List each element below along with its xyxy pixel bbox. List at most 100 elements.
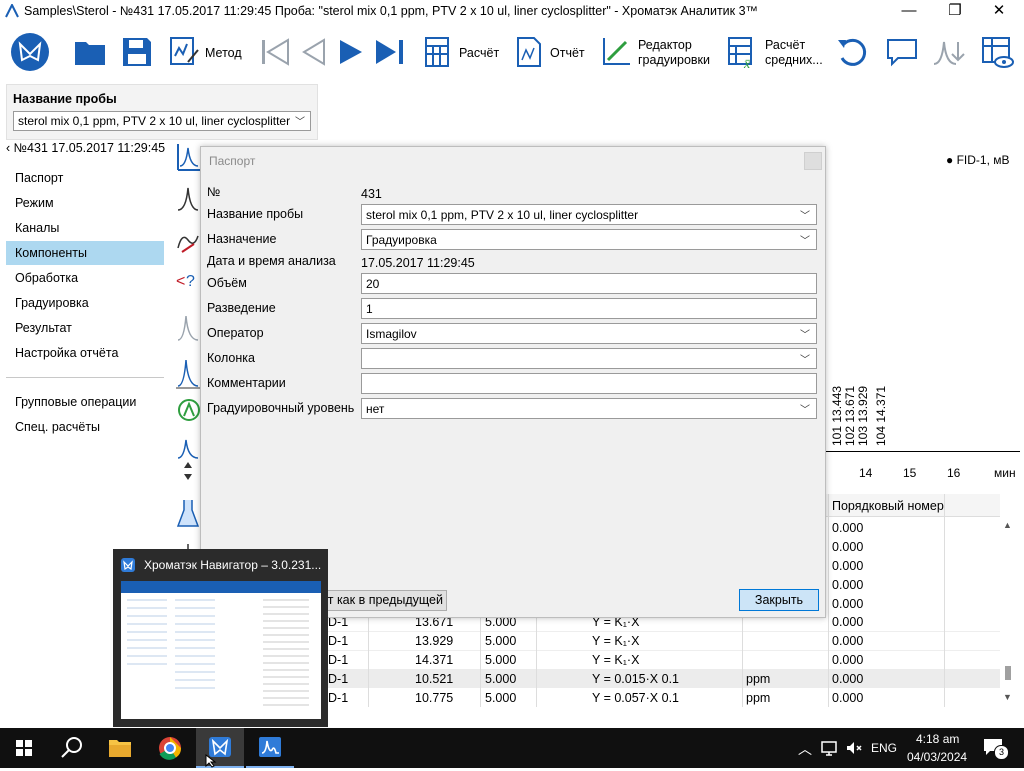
minimize-button[interactable]: —: [886, 0, 932, 24]
left-nav: ‹ №431 17.05.2017 11:29:45 Паспорт Режим…: [6, 138, 165, 439]
datetime-value: 17.05.2017 11:29:45: [361, 256, 475, 270]
maximize-button[interactable]: ❐: [932, 0, 978, 24]
taskbar-chrome[interactable]: [146, 728, 194, 768]
taskbar-explorer[interactable]: [96, 728, 144, 768]
nav-item-components[interactable]: Компоненты: [6, 241, 164, 265]
chevron-down-icon: ﹀: [800, 211, 810, 222]
clock-time[interactable]: 4:18 am: [916, 732, 959, 746]
lambda-tool-icon: [178, 399, 200, 421]
volume-muted-icon[interactable]: [845, 739, 863, 760]
scroll-down-icon[interactable]: ▼: [1003, 692, 1012, 702]
column-field[interactable]: ﹀: [361, 348, 817, 369]
dilution-field[interactable]: 1: [361, 298, 817, 319]
taskbar-preview[interactable]: Хроматэк Навигатор – 3.0.231...: [113, 549, 328, 727]
comments-label: Комментарии: [207, 376, 286, 390]
x-tick-16: 16: [947, 466, 961, 480]
close-window-button[interactable]: ✕: [976, 0, 1022, 24]
calibration-editor-button[interactable]: Редактор градуировки: [600, 34, 714, 70]
peak-label-103: 103 13.929: [856, 385, 870, 446]
table-row[interactable]: D-1 10.521 5.000 Y = 0.015·X 0.1 ppm 0.0…: [324, 669, 1000, 688]
taskbar-analytic[interactable]: [246, 728, 294, 768]
previous-button[interactable]: [296, 34, 332, 70]
save-button[interactable]: [119, 34, 155, 70]
table-scrollbar[interactable]: ▲ ▼: [1002, 516, 1014, 706]
nav-item-report-settings[interactable]: Настройка отчёта: [6, 341, 164, 365]
order-value-4: 0.000: [832, 578, 864, 592]
calibration-editor-label-2: градуировки: [638, 53, 710, 67]
open-folder-button[interactable]: [72, 34, 108, 70]
nav-item-calibration[interactable]: Градуировка: [6, 291, 164, 315]
nav-item-passport[interactable]: Паспорт: [6, 166, 164, 190]
sample-name-field[interactable]: sterol mix 0,1 ppm, PTV 2 x 10 ul, liner…: [361, 204, 817, 225]
dilution-label: Разведение: [207, 301, 276, 315]
report-button[interactable]: Отчёт: [514, 34, 590, 70]
x-axis-line: [824, 451, 1020, 452]
nav-item-processing[interactable]: Обработка: [6, 266, 164, 290]
close-dialog-label: Закрыть: [754, 593, 804, 607]
chromatogram-area[interactable]: ● FID-1, мВ 101 13.443 102 13.671 103 13…: [824, 146, 1020, 486]
peak-button[interactable]: [932, 34, 968, 70]
show-hidden-icons-icon[interactable]: ︿: [798, 739, 812, 759]
volume-field[interactable]: 20: [361, 273, 817, 294]
nav-item-channels[interactable]: Каналы: [6, 216, 164, 240]
network-icon[interactable]: [820, 739, 838, 760]
calibration-level-field[interactable]: нет ﹀: [361, 398, 817, 419]
nav-item-result[interactable]: Результат: [6, 316, 164, 340]
taskbar-navigator[interactable]: [196, 728, 244, 768]
table-row[interactable]: D-1 13.929 5.000 Y = K₁·X 0.000: [324, 631, 1000, 651]
comment-button[interactable]: [884, 34, 920, 70]
next-button[interactable]: [334, 34, 370, 70]
column-divider: [828, 494, 829, 707]
operator-field[interactable]: Ismagilov ﹀: [361, 323, 817, 344]
nav-item-mode[interactable]: Режим: [6, 191, 164, 215]
table-row[interactable]: D-1 10.775 5.000 Y = 0.057·X 0.1 ppm 0.0…: [324, 688, 1000, 707]
calc-average-button[interactable]: x̄ Расчёт средних...: [726, 34, 826, 70]
nav-item-special-calcs[interactable]: Спец. расчёты: [6, 415, 164, 439]
comment-icon: [887, 39, 917, 67]
table-row[interactable]: D-1 14.371 5.000 Y = K₁·X 0.000: [324, 650, 1000, 670]
calc-average-label-2: средних...: [765, 53, 823, 67]
sample-name-header: Название пробы: [13, 92, 117, 106]
method-button[interactable]: Метод: [168, 34, 248, 70]
comments-field[interactable]: [361, 373, 817, 394]
close-dialog-button[interactable]: Закрыть: [739, 589, 819, 611]
calc-button[interactable]: Расчёт: [422, 34, 502, 70]
purpose-label: Назначение: [207, 232, 277, 246]
purpose-field[interactable]: Градуировка ﹀: [361, 229, 817, 250]
view-button[interactable]: [980, 34, 1016, 70]
clock-date[interactable]: 04/03/2024: [907, 750, 967, 764]
order-column-header[interactable]: Порядковый номер: [832, 499, 944, 513]
first-button[interactable]: [258, 34, 294, 70]
home-button[interactable]: [10, 32, 50, 72]
chrome-icon: [159, 737, 182, 760]
previous-icon: [302, 38, 325, 66]
dialog-title: Паспорт: [209, 154, 256, 168]
notification-center-icon[interactable]: 3: [982, 737, 1012, 761]
back-link[interactable]: ‹ №431 17.05.2017 11:29:45: [6, 141, 165, 155]
preview-column-3: [263, 599, 309, 709]
report-icon: [517, 37, 541, 67]
sample-name-field-value: sterol mix 0,1 ppm, PTV 2 x 10 ul, liner…: [366, 208, 639, 222]
chromatogram-tool-icon: [177, 144, 200, 171]
folder-icon: [109, 740, 131, 757]
purpose-field-value: Градуировка: [366, 233, 437, 247]
nav-item-group-operations[interactable]: Групповые операции: [6, 390, 164, 414]
start-button[interactable]: [0, 728, 48, 768]
operator-field-value: Ismagilov: [366, 327, 417, 341]
preview-window-header: [121, 581, 321, 593]
sample-name-combo[interactable]: sterol mix 0,1 ppm, PTV 2 x 10 ul, liner…: [13, 111, 311, 131]
chevron-down-icon: ﹀: [800, 405, 810, 416]
search-button[interactable]: [48, 728, 96, 768]
last-button[interactable]: [372, 34, 408, 70]
row-name: D-1: [328, 653, 349, 667]
dialog-close-icon[interactable]: [804, 152, 822, 170]
flask-tool-icon: [176, 500, 200, 527]
language-indicator[interactable]: ENG: [871, 741, 897, 755]
scroll-thumb[interactable]: [1005, 666, 1011, 680]
undo-button[interactable]: [834, 34, 870, 70]
as-previous-button[interactable]: от как в предыдущей: [319, 590, 447, 611]
scroll-up-icon[interactable]: ▲: [1003, 520, 1012, 530]
row-name: D-1: [328, 634, 349, 648]
as-previous-label: от как в предыдущей: [321, 593, 443, 607]
row-order: 0.000: [832, 672, 864, 686]
